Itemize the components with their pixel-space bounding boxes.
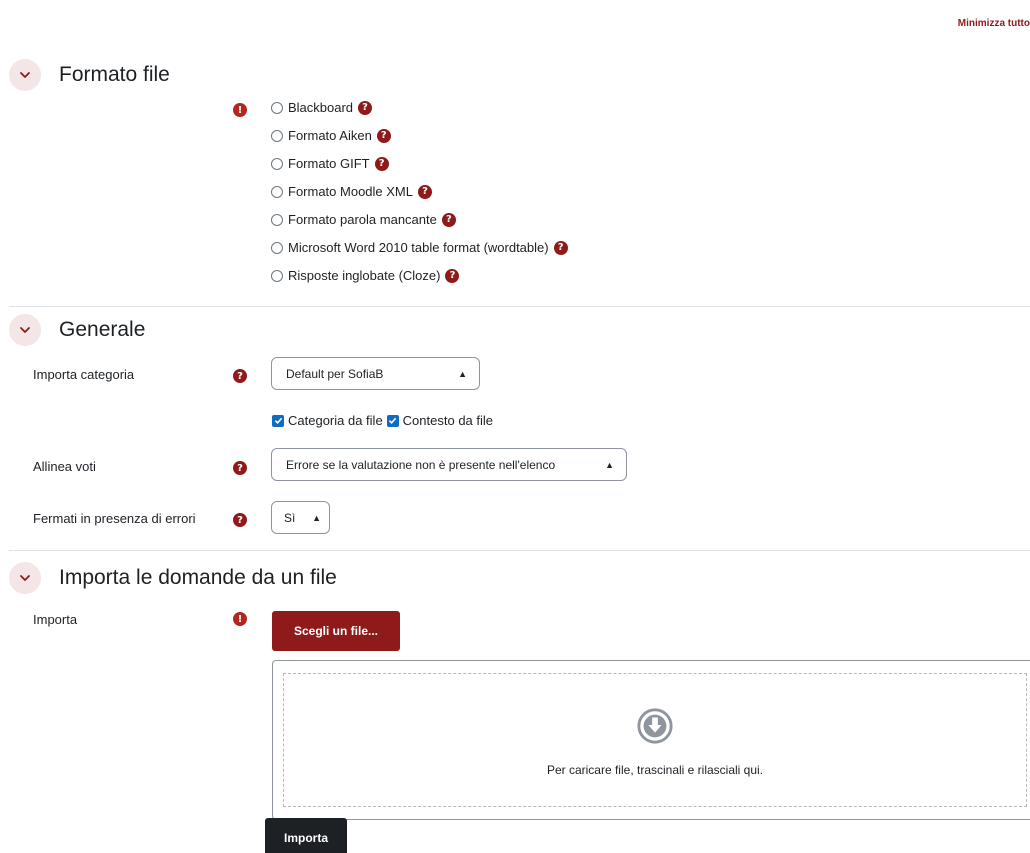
section-toggle-import[interactable] xyxy=(9,562,41,594)
arrow-down-circle-icon xyxy=(637,708,673,744)
match-grades-label: Allinea voti xyxy=(33,459,96,474)
format-option-cloze[interactable]: Risposte inglobate (Cloze) ? xyxy=(271,268,460,283)
format-option-moodle-xml[interactable]: Formato Moodle XML ? xyxy=(271,184,432,199)
radio-button[interactable] xyxy=(271,269,283,282)
drop-zone-text: Per caricare file, trascinali e rilascia… xyxy=(546,763,764,777)
category-from-file-label: Categoria da file xyxy=(288,413,383,428)
chevron-down-icon xyxy=(20,575,30,581)
context-from-file-checkbox[interactable] xyxy=(386,414,399,427)
radio-button[interactable] xyxy=(271,129,283,142)
format-option-aiken[interactable]: Formato Aiken ? xyxy=(271,128,391,143)
format-option-label: Formato GIFT xyxy=(288,156,370,171)
checkbox-group: Categoria da file Contesto da file xyxy=(272,413,497,428)
radio-button[interactable] xyxy=(271,185,283,198)
match-grades-select[interactable]: Errore se la valutazione non è presente … xyxy=(271,448,627,481)
section-header-format: Formato file xyxy=(9,59,170,91)
select-caret-icon: ▲︎ xyxy=(605,459,614,470)
required-icon: ! xyxy=(233,612,247,626)
format-option-label: Risposte inglobate (Cloze) xyxy=(288,268,441,283)
format-option-wordtable[interactable]: Microsoft Word 2010 table format (wordta… xyxy=(271,240,568,255)
radio-button[interactable] xyxy=(271,213,283,226)
section-header-import: Importa le domande da un file xyxy=(9,562,337,594)
help-icon[interactable]: ? xyxy=(233,461,247,475)
section-divider xyxy=(9,550,1030,551)
format-option-label: Microsoft Word 2010 table format (wordta… xyxy=(288,240,549,255)
import-category-label: Importa categoria xyxy=(33,367,135,382)
format-option-label: Formato Aiken xyxy=(288,128,372,143)
collapse-all-link[interactable]: Minimizza tutto xyxy=(958,18,1030,29)
help-icon[interactable]: ? xyxy=(233,513,247,527)
help-icon[interactable]: ? xyxy=(358,100,373,115)
section-title-format: Formato file xyxy=(59,63,170,86)
format-option-label: Formato Moodle XML xyxy=(288,184,413,199)
required-icon: ! xyxy=(233,103,247,117)
import-submit-button[interactable]: Importa xyxy=(265,818,347,853)
format-option-label: Formato parola mancante xyxy=(288,212,437,227)
check-icon xyxy=(388,417,397,425)
choose-file-button[interactable]: Scegli un file... xyxy=(272,611,400,651)
help-icon[interactable]: ? xyxy=(376,128,391,143)
context-from-file-label: Contesto da file xyxy=(402,413,494,428)
check-icon xyxy=(274,417,282,425)
section-title-general: Generale xyxy=(59,318,146,341)
help-icon[interactable]: ? xyxy=(553,240,568,255)
import-file-label: Importa xyxy=(33,612,78,627)
chevron-down-icon xyxy=(20,327,30,333)
select-value: Errore se la valutazione non è presente … xyxy=(286,457,556,472)
help-icon[interactable]: ? xyxy=(441,212,456,227)
format-option-gift[interactable]: Formato GIFT ? xyxy=(271,156,389,171)
select-value: Sì xyxy=(284,510,296,525)
file-picker-area: Per caricare file, trascinali e rilascia… xyxy=(272,660,1030,820)
select-value: Default per SofiaB xyxy=(286,366,384,381)
help-icon[interactable]: ? xyxy=(233,369,247,383)
section-header-general: Generale xyxy=(9,314,145,346)
section-title-import: Importa le domande da un file xyxy=(59,566,337,589)
radio-button[interactable] xyxy=(271,241,283,254)
format-option-missing-word[interactable]: Formato parola mancante ? xyxy=(271,212,456,227)
help-icon[interactable]: ? xyxy=(418,184,432,199)
help-icon[interactable]: ? xyxy=(445,268,460,283)
format-option-label: Blackboard xyxy=(288,100,354,115)
radio-button[interactable] xyxy=(271,157,283,170)
stop-on-error-select[interactable]: Sì ▲︎ xyxy=(271,501,330,534)
format-option-blackboard[interactable]: Blackboard ? xyxy=(271,100,373,115)
category-from-file-checkbox[interactable] xyxy=(272,414,284,427)
section-divider xyxy=(9,306,1030,307)
section-toggle-general[interactable] xyxy=(9,314,41,346)
select-caret-icon: ▲︎ xyxy=(458,368,467,379)
select-caret-icon: ▲︎ xyxy=(312,512,321,523)
section-toggle-format[interactable] xyxy=(9,59,41,91)
help-icon[interactable]: ? xyxy=(374,156,389,171)
import-category-select[interactable]: Default per SofiaB ▲︎ xyxy=(271,357,480,390)
stop-on-error-label: Fermati in presenza di errori xyxy=(33,511,196,526)
chevron-down-icon xyxy=(20,72,30,78)
radio-button[interactable] xyxy=(271,101,283,114)
drop-zone[interactable]: Per caricare file, trascinali e rilascia… xyxy=(283,673,1027,807)
